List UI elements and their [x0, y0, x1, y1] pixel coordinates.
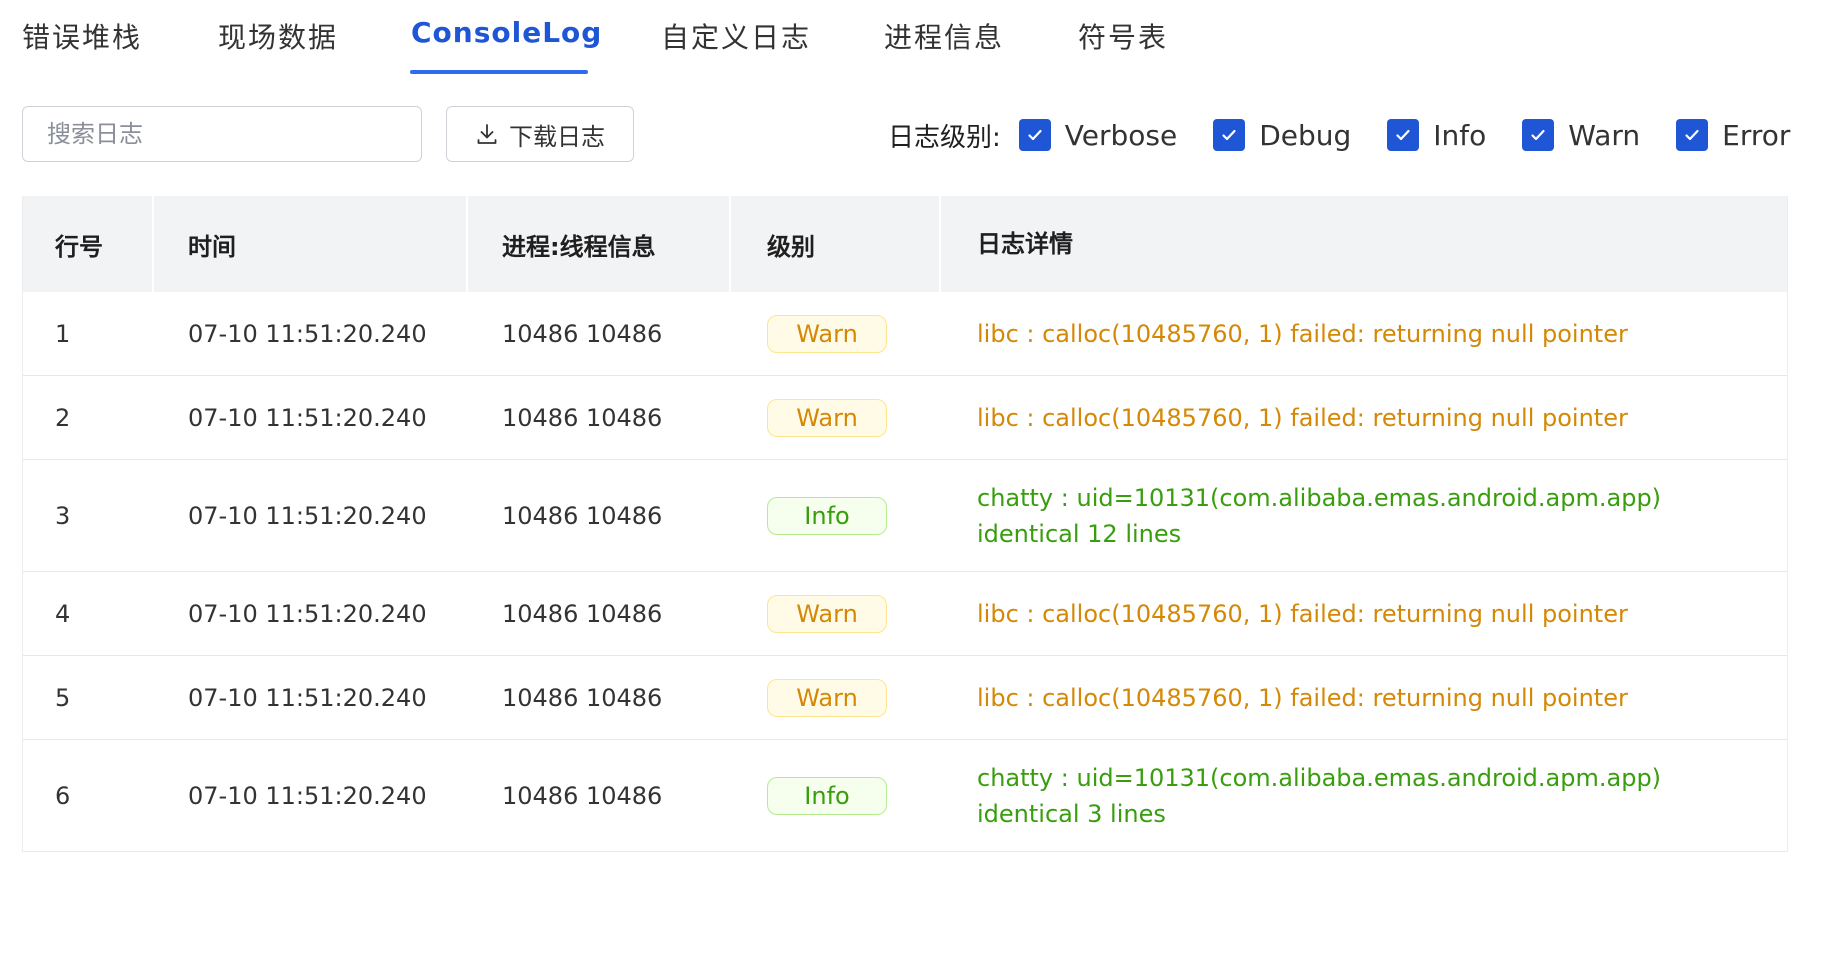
- cell-log-detail: chatty : uid=10131(com.alibaba.emas.andr…: [977, 763, 1662, 828]
- level-badge: Warn: [767, 594, 887, 633]
- table-row: 4 07-10 11:51:20.240 10486 10486 Warn li…: [23, 572, 1787, 656]
- checkbox-checked-icon[interactable]: [1018, 119, 1051, 151]
- download-icon: [477, 124, 497, 144]
- level-checkbox-debug[interactable]: Debug: [1213, 119, 1351, 152]
- log-level-filter: 日志级别: Verbose Debug Info Warn Error: [888, 112, 1790, 158]
- tab-console-log[interactable]: ConsoleLog: [411, 16, 602, 76]
- cell-process-thread: 10486 10486: [502, 781, 663, 810]
- cell-log-detail: libc : calloc(10485760, 1) failed: retur…: [977, 403, 1628, 432]
- cell-line-number: 3: [55, 501, 71, 530]
- header-time: 时间: [154, 196, 468, 292]
- cell-log-detail: chatty : uid=10131(com.alibaba.emas.andr…: [977, 483, 1662, 548]
- cell-process-thread: 10486 10486: [502, 319, 663, 348]
- cell-time: 07-10 11:51:20.240: [188, 501, 427, 530]
- header-log-detail: 日志详情: [977, 230, 1073, 258]
- level-label-verbose: Verbose: [1064, 118, 1178, 152]
- level-checkbox-verbose[interactable]: Verbose: [1018, 118, 1178, 152]
- level-label-warn: Warn: [1568, 118, 1641, 152]
- cell-process-thread: 10486 10486: [502, 599, 663, 628]
- cell-line-number: 4: [55, 599, 71, 628]
- cell-process-thread: 10486 10486: [502, 403, 663, 432]
- active-tab-indicator: [410, 70, 588, 74]
- checkbox-checked-icon[interactable]: [1676, 119, 1709, 151]
- level-badge: Info: [767, 496, 887, 535]
- level-label-error: Error: [1722, 118, 1791, 152]
- header-level: 级别: [731, 196, 941, 292]
- level-checkbox-info[interactable]: Info: [1387, 119, 1486, 152]
- tab-bar: 错误堆栈 现场数据 ConsoleLog 自定义日志 进程信息 符号表: [0, 0, 1826, 80]
- cell-log-detail: libc : calloc(10485760, 1) failed: retur…: [977, 683, 1628, 712]
- level-checkbox-warn[interactable]: Warn: [1522, 119, 1640, 152]
- cell-line-number: 5: [55, 683, 71, 712]
- download-label: 下载日志: [509, 122, 605, 151]
- table-header: 行号 时间 进程:线程信息 级别 日志详情: [23, 196, 1787, 292]
- tab-scene-data[interactable]: 现场数据: [218, 16, 338, 76]
- cell-line-number: 2: [55, 403, 71, 432]
- checkbox-checked-icon[interactable]: [1213, 119, 1246, 151]
- tab-process-info[interactable]: 进程信息: [884, 16, 1004, 76]
- level-badge: Warn: [767, 314, 887, 353]
- level-label-info: Info: [1433, 118, 1487, 152]
- tab-symbol-table[interactable]: 符号表: [1078, 16, 1168, 76]
- checkbox-checked-icon[interactable]: [1522, 119, 1555, 151]
- level-label-debug: Debug: [1259, 118, 1352, 152]
- cell-log-detail: libc : calloc(10485760, 1) failed: retur…: [977, 599, 1628, 628]
- table-row: 3 07-10 11:51:20.240 10486 10486 Info ch…: [23, 460, 1787, 572]
- cell-time: 07-10 11:51:20.240: [188, 683, 427, 712]
- log-level-label: 日志级别:: [888, 122, 1001, 153]
- cell-line-number: 1: [55, 319, 71, 348]
- table-row: 6 07-10 11:51:20.240 10486 10486 Info ch…: [23, 740, 1787, 852]
- level-badge: Warn: [767, 678, 887, 717]
- table-row: 5 07-10 11:51:20.240 10486 10486 Warn li…: [23, 656, 1787, 740]
- header-process-thread: 进程:线程信息: [468, 196, 731, 292]
- level-badge: Warn: [767, 398, 887, 437]
- search-input[interactable]: [22, 106, 422, 162]
- checkbox-checked-icon[interactable]: [1387, 119, 1420, 151]
- cell-line-number: 6: [55, 781, 71, 810]
- tab-error-stack[interactable]: 错误堆栈: [22, 16, 142, 76]
- tab-custom-log[interactable]: 自定义日志: [661, 16, 811, 76]
- cell-process-thread: 10486 10486: [502, 501, 663, 530]
- level-badge: Info: [767, 776, 887, 815]
- download-log-button[interactable]: 下载日志: [446, 106, 634, 162]
- cell-time: 07-10 11:51:20.240: [188, 319, 427, 348]
- cell-process-thread: 10486 10486: [502, 683, 663, 712]
- cell-time: 07-10 11:51:20.240: [188, 403, 427, 432]
- console-log-table: 行号 时间 进程:线程信息 级别 日志详情 1 07-10 11:51:20.2…: [22, 196, 1788, 852]
- table-row: 1 07-10 11:51:20.240 10486 10486 Warn li…: [23, 292, 1787, 376]
- header-line-number: 行号: [23, 196, 154, 292]
- table-row: 2 07-10 11:51:20.240 10486 10486 Warn li…: [23, 376, 1787, 460]
- cell-time: 07-10 11:51:20.240: [188, 781, 427, 810]
- cell-time: 07-10 11:51:20.240: [188, 599, 427, 628]
- cell-log-detail: libc : calloc(10485760, 1) failed: retur…: [977, 319, 1628, 348]
- level-checkbox-error[interactable]: Error: [1676, 119, 1790, 152]
